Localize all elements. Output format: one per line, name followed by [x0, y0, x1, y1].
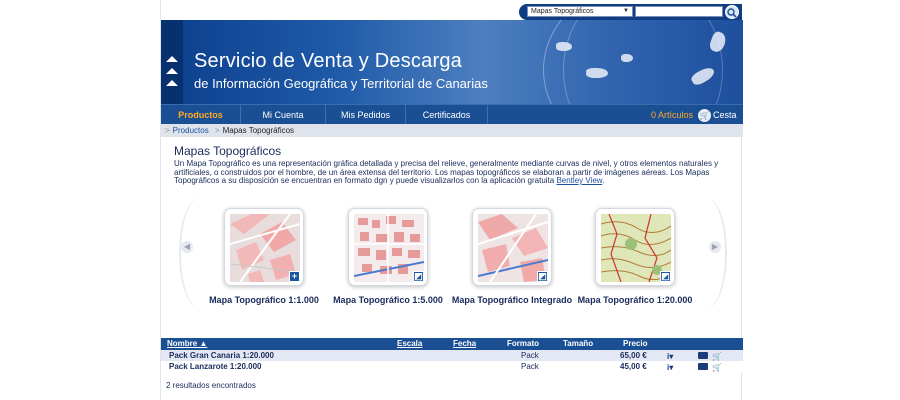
product-card-integrado[interactable]: ◩	[472, 208, 552, 286]
col-precio: Precio	[623, 339, 648, 348]
search-input[interactable]	[635, 6, 723, 17]
add-to-cart-icon[interactable]: 🛒	[712, 362, 722, 373]
nav-item-mis-pedidos[interactable]: Mis Pedidos	[326, 105, 406, 125]
result-count: 2 resultados encontrados	[166, 381, 256, 390]
info-icon[interactable]: i▾	[667, 362, 673, 373]
site-banner: Servicio de Venta y Descarga de Informac…	[161, 20, 743, 104]
col-tamano: Tamaño	[563, 339, 594, 348]
nav-item-productos[interactable]: Productos	[161, 105, 241, 125]
search-icon	[727, 8, 737, 18]
sort-fecha[interactable]: Fecha	[453, 338, 476, 350]
preview-icon: ◩	[413, 271, 424, 282]
product-card-5000[interactable]: ◩	[348, 208, 428, 286]
dropdown-arrow-icon: ▼	[623, 8, 629, 14]
intro-body: Un Mapa Topográfico es una representació…	[174, 159, 719, 185]
cart-count[interactable]: 0 Artículos	[651, 105, 693, 125]
results-table: Nombre ▲ Escala Fecha Formato Tamaño Pre…	[161, 338, 743, 372]
product-card-1000[interactable]: +	[224, 208, 304, 286]
cell-precio: 45,00 €	[620, 362, 647, 371]
banner-title: Servicio de Venta y Descarga	[194, 50, 462, 72]
search-category-select[interactable]: Mapas Topográficos ▼	[527, 6, 633, 17]
page-title: Mapas Topográficos	[174, 144, 282, 158]
add-icon: +	[289, 271, 300, 282]
intro-text: Un Mapa Topográfico es una representació…	[174, 159, 719, 185]
page-frame: Mapas Topográficos ▼ Servicio de Venta y…	[160, 0, 743, 400]
cell-nombre: Pack Lanzarote 1:20.000	[169, 362, 262, 371]
cell-formato: Pack	[521, 351, 539, 360]
sort-nombre[interactable]: Nombre ▲	[167, 338, 207, 350]
search-group: Mapas Topográficos ▼	[519, 4, 742, 20]
sort-escala[interactable]: Escala	[397, 338, 422, 350]
banner-subtitle: de Información Geográfica y Territorial …	[194, 76, 488, 91]
breadcrumb-productos[interactable]: Productos	[173, 126, 209, 135]
table-header: Nombre ▲ Escala Fecha Formato Tamaño Pre…	[161, 338, 743, 350]
carousel-next-button[interactable]: ▶	[709, 241, 721, 253]
nav-item-certificados[interactable]: Certificados	[406, 105, 488, 125]
cell-formato: Pack	[521, 362, 539, 371]
product-card-label[interactable]: Mapa Topográfico 1:20.000	[570, 296, 700, 305]
top-search-bar: Mapas Topográficos ▼	[161, 0, 743, 20]
cart-icon[interactable]: 🛒	[698, 109, 711, 122]
product-card-label[interactable]: Mapa Topográfico 1:5.000	[323, 296, 453, 305]
preview-icon[interactable]	[698, 363, 708, 370]
cell-precio: 65,00 €	[620, 351, 647, 360]
government-logo	[161, 20, 183, 104]
product-card-label[interactable]: Mapa Topográfico Integrado	[447, 296, 577, 305]
table-row: Pack Gran Canaria 1:20.000 Pack 65,00 € …	[161, 350, 743, 361]
breadcrumb: > Productos > Mapas Topográficos	[161, 124, 743, 137]
table-row: Pack Lanzarote 1:20.000 Pack 45,00 € i▾ …	[161, 361, 743, 372]
product-card-label[interactable]: Mapa Topográfico 1:1.000	[199, 296, 329, 305]
nav-item-mi-cuenta[interactable]: Mi Cuenta	[241, 105, 326, 125]
preview-icon: ◩	[660, 271, 671, 282]
breadcrumb-current: Mapas Topográficos	[222, 126, 295, 135]
preview-icon: ◩	[537, 271, 548, 282]
col-formato: Formato	[507, 339, 539, 348]
main-nav: Productos Mi Cuenta Mis Pedidos Certific…	[161, 104, 743, 125]
cart-link[interactable]: Cesta	[713, 105, 737, 125]
search-button[interactable]	[725, 5, 739, 19]
preview-icon[interactable]	[698, 352, 708, 359]
search-category-value: Mapas Topográficos	[531, 8, 594, 15]
product-card-20000[interactable]: ◩	[595, 208, 675, 286]
bentley-view-link[interactable]: Bentley View	[556, 176, 602, 185]
product-carousel: ◀ ▶ + Mapa Topográfico 1:1.000 ◩ Mapa To…	[179, 196, 727, 322]
carousel-prev-button[interactable]: ◀	[181, 241, 193, 253]
cell-nombre: Pack Gran Canaria 1:20.000	[169, 351, 274, 360]
